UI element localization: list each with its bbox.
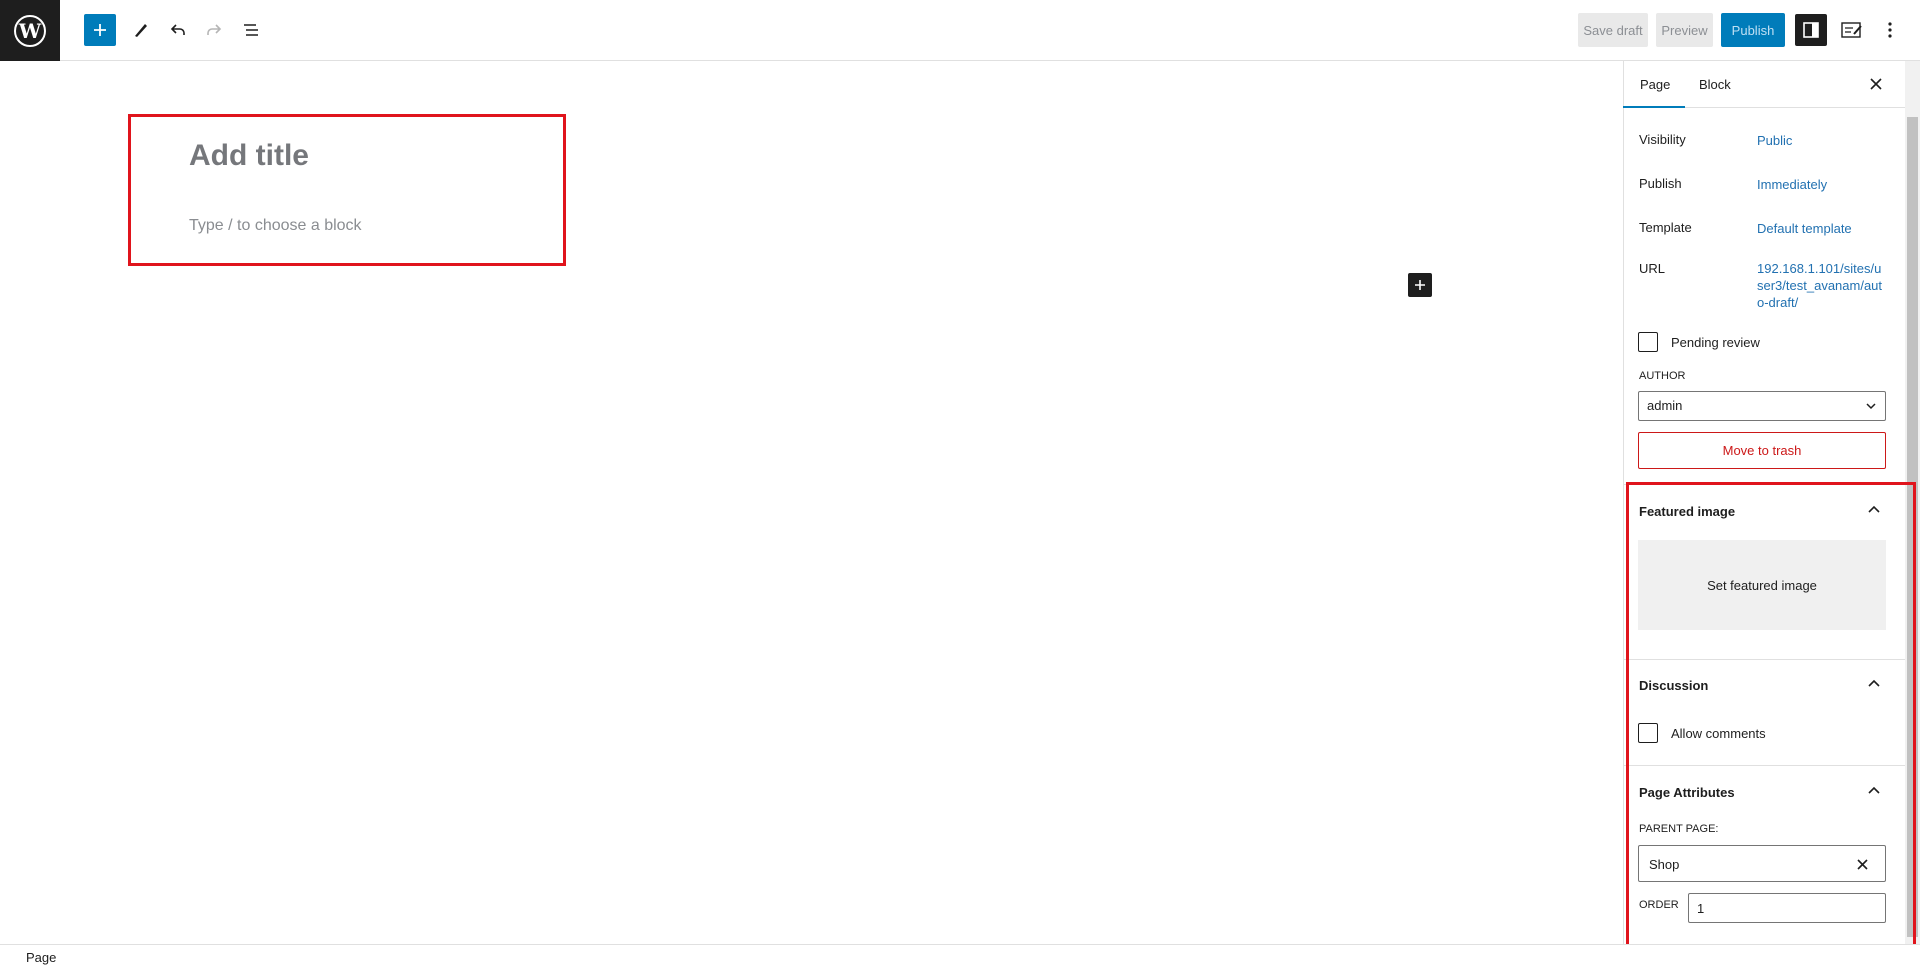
author-value: admin <box>1647 398 1683 413</box>
publish-label: Publish <box>1639 176 1682 191</box>
settings-toggle-button[interactable] <box>1795 14 1827 46</box>
tab-block[interactable]: Block <box>1699 77 1731 92</box>
list-view-button[interactable] <box>235 14 267 46</box>
undo-icon <box>170 24 185 35</box>
close-icon <box>1870 78 1882 90</box>
sidebar-toggle-icon <box>1803 22 1819 38</box>
visibility-value[interactable]: Public <box>1757 133 1792 148</box>
block-breadcrumb-bar: Page <box>0 944 1920 969</box>
wordpress-logo-icon[interactable]: W <box>0 0 60 61</box>
plus-icon <box>94 24 106 36</box>
template-label: Template <box>1639 220 1692 235</box>
redo-button[interactable] <box>198 14 230 46</box>
editor-header: W Save draft Preview Publish <box>0 0 1920 61</box>
close-sidebar-button[interactable] <box>1864 72 1888 96</box>
publish-button[interactable]: Publish <box>1721 13 1785 47</box>
breadcrumb-item[interactable]: Page <box>26 950 56 965</box>
add-block-button[interactable] <box>84 14 116 46</box>
move-to-trash-button[interactable]: Move to trash <box>1638 432 1886 469</box>
publish-date-value[interactable]: Immediately <box>1757 177 1827 192</box>
undo-button[interactable] <box>162 14 194 46</box>
pending-review-checkbox[interactable] <box>1638 332 1658 352</box>
save-draft-button[interactable]: Save draft <box>1578 13 1648 47</box>
url-label: URL <box>1639 261 1666 276</box>
pending-review-label: Pending review <box>1671 335 1760 350</box>
template-value[interactable]: Default template <box>1757 221 1852 236</box>
chevron-down-icon <box>1866 403 1876 410</box>
plus-icon <box>1415 280 1425 290</box>
inline-add-block-button[interactable] <box>1408 273 1432 297</box>
preview-button[interactable]: Preview <box>1656 13 1713 47</box>
block-appender[interactable]: Type / to choose a block <box>189 217 362 235</box>
svg-text:W: W <box>18 19 42 43</box>
author-select[interactable]: admin <box>1638 391 1886 421</box>
active-tab-indicator <box>1623 106 1685 108</box>
list-view-icon <box>244 24 258 36</box>
tools-button[interactable] <box>125 14 157 46</box>
tab-page[interactable]: Page <box>1640 77 1670 92</box>
edit-note-icon <box>1841 22 1862 38</box>
sidebar-highlight-frame <box>1626 482 1916 948</box>
redo-icon <box>207 24 222 35</box>
visibility-label: Visibility <box>1639 132 1686 147</box>
author-label: AUTHOR <box>1639 370 1686 382</box>
url-value[interactable]: 192.168.1.101/sites/user3/test_avanam/au… <box>1757 260 1885 311</box>
pencil-icon <box>135 24 147 37</box>
page-title-input[interactable]: Add title <box>189 139 309 173</box>
options-menu-button[interactable] <box>1876 14 1904 46</box>
title-highlight-frame <box>128 114 566 266</box>
plugin-button[interactable] <box>1836 14 1868 46</box>
more-vertical-icon <box>1888 22 1892 38</box>
